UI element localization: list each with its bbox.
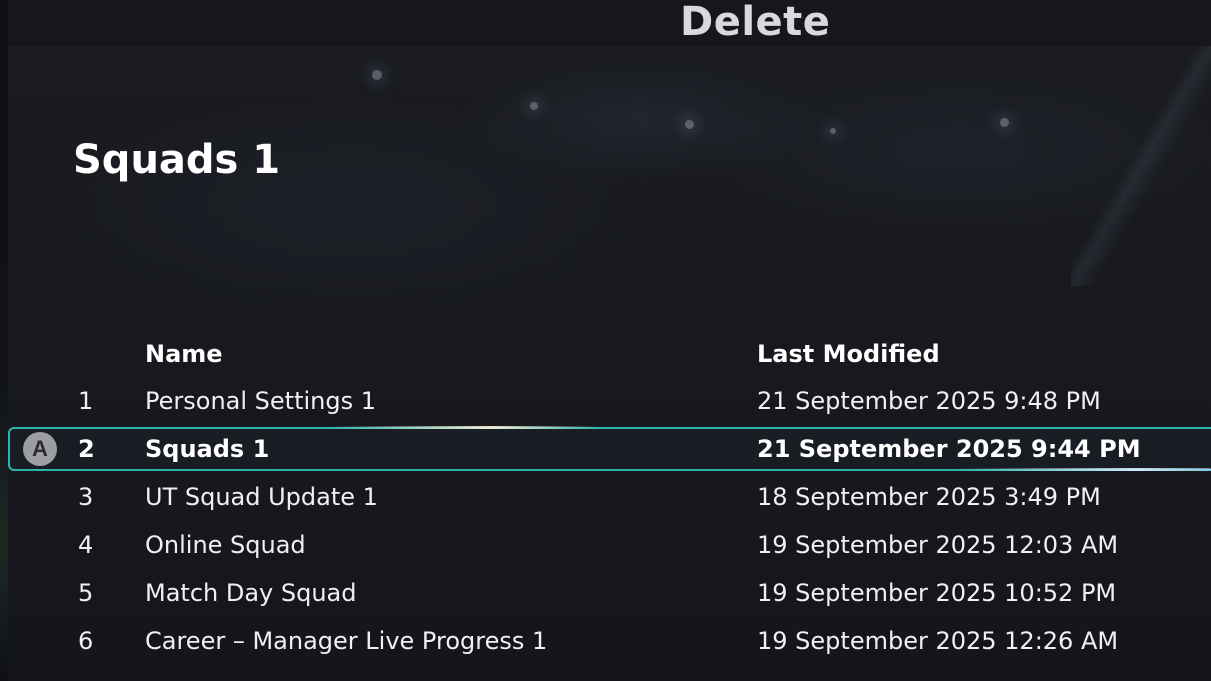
stadium-background-shape	[1071, 46, 1211, 286]
action-title: Delete	[680, 0, 831, 45]
row-last-modified: 19 September 2025 12:26 AM	[757, 627, 1119, 655]
stadium-light	[685, 120, 694, 129]
highlight-glint	[960, 468, 1211, 471]
file-table: Name Last Modified 1 Personal Settings 1…	[0, 330, 1211, 666]
row-name: Career – Manager Live Progress 1	[145, 627, 548, 655]
row-number: 3	[78, 483, 94, 511]
column-header-last-modified: Last Modified	[757, 340, 940, 368]
stadium-light	[1000, 118, 1009, 127]
row-number: 2	[78, 435, 95, 463]
row-last-modified: 19 September 2025 12:03 AM	[757, 531, 1119, 559]
table-row[interactable]: 4 Online Squad 19 September 2025 12:03 A…	[0, 522, 1211, 570]
row-name: Online Squad	[145, 531, 306, 559]
row-number: 4	[78, 531, 94, 559]
table-row-selected[interactable]: A 2 Squads 1 21 September 2025 9:44 PM	[0, 426, 1211, 474]
table-row[interactable]: 6 Career – Manager Live Progress 1 19 Se…	[0, 618, 1211, 666]
column-header-name: Name	[145, 340, 223, 368]
stadium-light	[372, 70, 382, 80]
stadium-light	[530, 102, 538, 110]
row-name: Match Day Squad	[145, 579, 357, 607]
row-name: UT Squad Update 1	[145, 483, 378, 511]
row-last-modified: 21 September 2025 9:44 PM	[757, 435, 1141, 463]
row-name: Personal Settings 1	[145, 387, 376, 415]
row-last-modified: 18 September 2025 3:49 PM	[757, 483, 1101, 511]
top-bar	[0, 0, 1211, 46]
table-row[interactable]: 3 UT Squad Update 1 18 September 2025 3:…	[0, 474, 1211, 522]
table-row[interactable]: 1 Personal Settings 1 21 September 2025 …	[0, 378, 1211, 426]
row-last-modified: 21 September 2025 9:48 PM	[757, 387, 1101, 415]
stadium-light	[830, 128, 836, 134]
delete-screen: Delete Squads 1 Name Last Modified 1 Per…	[0, 0, 1211, 681]
a-button-icon[interactable]: A	[23, 432, 57, 466]
row-number: 5	[78, 579, 94, 607]
row-number: 6	[78, 627, 94, 655]
row-last-modified: 19 September 2025 10:52 PM	[757, 579, 1117, 607]
row-name: Squads 1	[145, 435, 270, 463]
highlight-glint	[330, 426, 600, 429]
table-header: Name Last Modified	[0, 330, 1211, 378]
table-row[interactable]: 5 Match Day Squad 19 September 2025 10:5…	[0, 570, 1211, 618]
page-title: Squads 1	[73, 137, 281, 183]
row-number: 1	[78, 387, 94, 415]
